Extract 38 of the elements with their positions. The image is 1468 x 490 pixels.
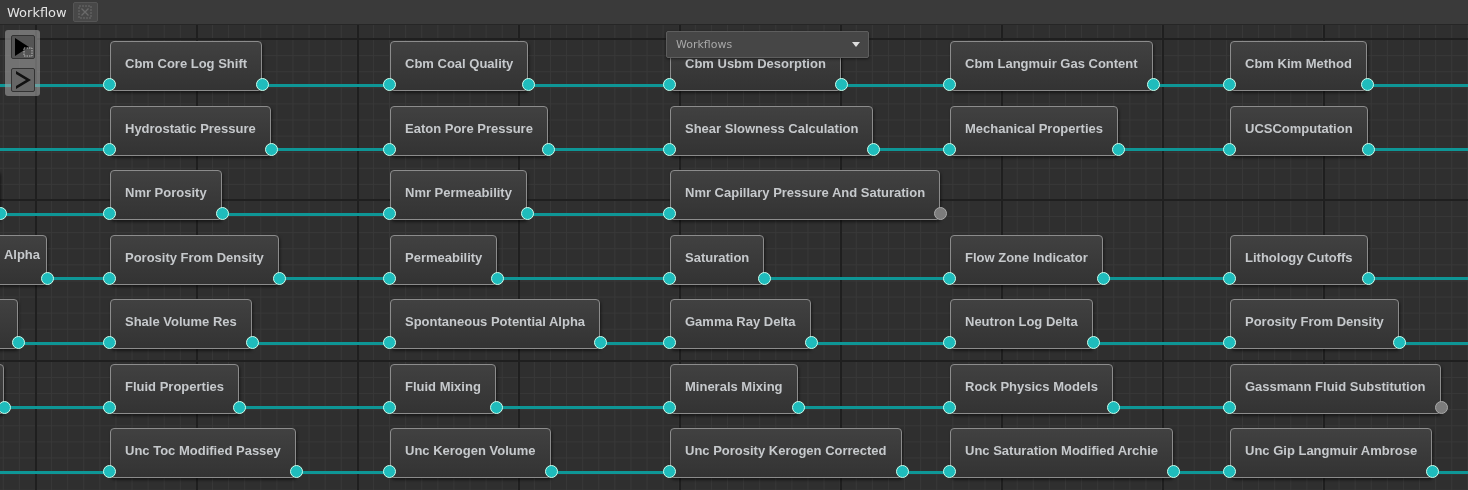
workflow-node[interactable]: Unc Saturation Modified Archie: [950, 428, 1174, 478]
tab-title[interactable]: Workflow: [7, 4, 67, 20]
workflow-node[interactable]: Unc Porosity Kerogen Corrected: [670, 428, 902, 478]
run-all-button[interactable]: [10, 34, 35, 59]
workflow-node[interactable]: Porosity From Density: [110, 234, 279, 285]
workflow-node[interactable]: Porosity From Density: [1230, 299, 1399, 349]
workflow-node[interactable]: Cbm Langmuir Gas Content: [950, 41, 1153, 91]
workflow-node[interactable]: Spontaneous Potential Alpha: [390, 299, 601, 349]
workflow-node[interactable]: Nmr Capillary Pressure And Saturation: [670, 170, 941, 220]
workflow-node[interactable]: Minerals Mixing: [670, 363, 798, 414]
workflow-node[interactable]: Neutron Log Delta: [950, 299, 1093, 349]
workflow-node[interactable]: Gamma Ray Delta: [670, 299, 811, 349]
workflow-node[interactable]: Hydrostatic Pressure: [110, 105, 271, 156]
workflow-node[interactable]: Rock Physics Models: [950, 363, 1113, 414]
workflow-node[interactable]: Shale Volume Res: [110, 299, 252, 349]
workflow-node[interactable]: Nmr Permeability: [390, 170, 527, 220]
workflow-node[interactable]: Cbm Kim Method: [1230, 41, 1367, 91]
workflow-node[interactable]: Fluid Properties: [110, 363, 239, 414]
workflow-node[interactable]: Cbm Coal Quality: [390, 41, 529, 91]
workflow-node[interactable]: Saturation: [670, 234, 765, 285]
workflow-node[interactable]: Eaton Pore Pressure: [390, 105, 548, 156]
workflow-node[interactable]: Alpha: [0, 234, 47, 285]
caret-icon: [852, 42, 860, 47]
workflow-node[interactable]: Fluid Mixing: [390, 363, 496, 414]
workflow-node[interactable]: Gassmann Fluid Substitution: [1230, 363, 1441, 414]
workflow-node[interactable]: Unc Toc Modified Passey: [110, 428, 296, 478]
workflow-node[interactable]: Shear Slowness Calculation: [670, 105, 874, 156]
workflow-node[interactable]: Cbm Core Log Shift: [110, 41, 263, 91]
workflow-node[interactable]: Mechanical Properties: [950, 105, 1118, 156]
workflow-node[interactable]: Permeability: [390, 234, 498, 285]
workflow-node[interactable]: Lithology Cutoffs: [1230, 234, 1368, 285]
workflow-node[interactable]: UCSComputation: [1230, 105, 1368, 156]
workflow-dropdown[interactable]: Workflows: [666, 31, 869, 58]
workflow-node[interactable]: Nmr Porosity: [110, 170, 222, 220]
workflow-node[interactable]: Unc Kerogen Volume: [390, 428, 551, 478]
step-button[interactable]: [10, 67, 35, 92]
workflow-node[interactable]: Unc Gip Langmuir Ambrose: [1230, 428, 1433, 478]
workflow-node[interactable]: Flow Zone Indicator: [950, 234, 1103, 285]
